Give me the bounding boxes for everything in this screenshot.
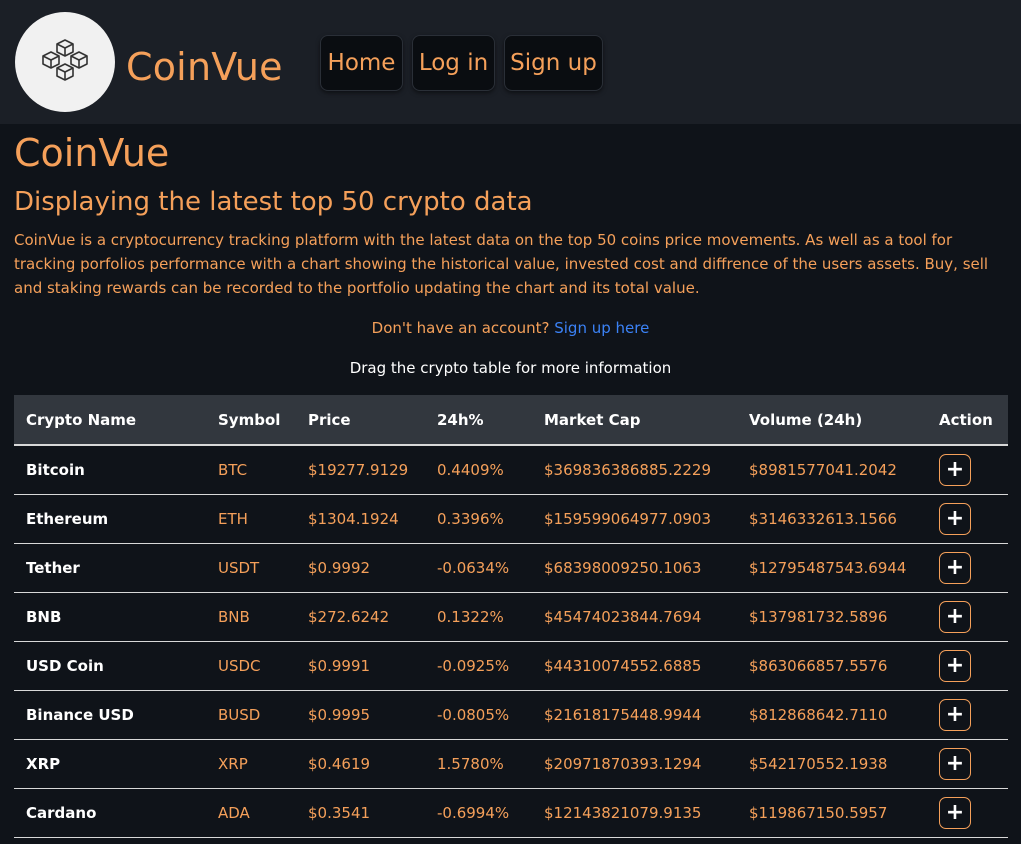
- blocks-cube-icon: [42, 39, 88, 81]
- crypto-volume: $12795487543.6944: [749, 558, 907, 577]
- action-cell: +: [927, 543, 1008, 592]
- crypto-name: Tether: [26, 558, 80, 577]
- crypto-name: Cardano: [26, 803, 97, 822]
- table-row: BNB BNB $272.6242 0.1322% $45474023844.7…: [14, 592, 1008, 641]
- crypto-volume: $137981732.5896: [749, 607, 888, 626]
- action-cell: +: [927, 739, 1008, 788]
- crypto-symbol: ADA: [218, 803, 250, 822]
- header-symbol: Symbol: [206, 395, 296, 446]
- crypto-market-cap: $68398009250.1063: [544, 558, 702, 577]
- header-24h-change: 24h%: [425, 395, 532, 446]
- nav-signup-button[interactable]: Sign up: [504, 35, 603, 91]
- action-cell: +: [927, 445, 1008, 494]
- header-market-cap: Market Cap: [532, 395, 737, 446]
- crypto-name: Ethereum: [26, 509, 109, 528]
- drag-hint: Drag the crypto table for more informati…: [349, 359, 672, 377]
- signup-link[interactable]: Sign up here: [554, 319, 649, 337]
- crypto-volume: $8981577041.2042: [749, 460, 897, 479]
- action-cell: +: [927, 690, 1008, 739]
- crypto-24h-change: 1.5780%: [437, 754, 504, 773]
- action-cell: +: [927, 641, 1008, 690]
- crypto-price: $1304.1924: [308, 509, 399, 528]
- crypto-symbol: BNB: [218, 607, 250, 626]
- crypto-market-cap: $20971870393.1294: [544, 754, 702, 773]
- crypto-market-cap: $21618175448.9944: [544, 705, 702, 724]
- table-row: Tether USDT $0.9992 -0.0634% $6839800925…: [14, 543, 1008, 592]
- add-to-portfolio-button[interactable]: +: [939, 502, 971, 535]
- crypto-24h-change: -0.0925%: [437, 656, 510, 675]
- crypto-market-cap: $369836386885.2229: [544, 460, 712, 479]
- navbar: CoinVue Home Log in Sign up: [0, 0, 1021, 124]
- crypto-24h-change: 0.3396%: [437, 509, 504, 528]
- crypto-price: $272.6242: [308, 607, 390, 626]
- crypto-symbol: USDC: [218, 656, 261, 675]
- crypto-price: $0.9992: [308, 558, 371, 577]
- crypto-24h-change: -0.0805%: [437, 705, 510, 724]
- crypto-price: $0.9995: [308, 705, 371, 724]
- table-row: Cardano ADA $0.3541 -0.6994% $1214382107…: [14, 788, 1008, 837]
- crypto-24h-change: -0.6994%: [437, 803, 510, 822]
- crypto-name: XRP: [26, 754, 61, 773]
- crypto-symbol: XRP: [218, 754, 248, 773]
- crypto-name: Binance USD: [26, 705, 134, 724]
- crypto-volume: $119867150.5957: [749, 803, 888, 822]
- page-title: CoinVue: [14, 131, 170, 175]
- header-price: Price: [296, 395, 425, 446]
- header-crypto-name: Crypto Name: [14, 395, 206, 446]
- crypto-name: USD Coin: [26, 656, 104, 675]
- crypto-24h-change: 0.4409%: [437, 460, 504, 479]
- crypto-price: $0.4619: [308, 754, 371, 773]
- crypto-volume: $542170552.1938: [749, 754, 888, 773]
- brand-name[interactable]: CoinVue: [126, 42, 283, 92]
- header-action: Action: [927, 395, 1008, 446]
- crypto-volume: $863066857.5576: [749, 656, 888, 675]
- crypto-symbol: ETH: [218, 509, 248, 528]
- crypto-market-cap: $45474023844.7694: [544, 607, 702, 626]
- nav-login-button[interactable]: Log in: [412, 35, 495, 91]
- crypto-market-cap: $159599064977.0903: [544, 509, 712, 528]
- add-to-portfolio-button[interactable]: +: [939, 649, 971, 682]
- add-to-portfolio-button[interactable]: +: [939, 551, 971, 584]
- crypto-symbol: USDT: [218, 558, 260, 577]
- action-cell: +: [927, 494, 1008, 543]
- logo[interactable]: [15, 12, 115, 112]
- crypto-table[interactable]: Crypto Name Symbol Price 24h% Market Cap…: [14, 395, 1008, 838]
- crypto-price: $19277.9129: [308, 460, 409, 479]
- table-row: USD Coin USDC $0.9991 -0.0925% $44310074…: [14, 641, 1008, 690]
- header-volume: Volume (24h): [737, 395, 927, 446]
- platform-description: CoinVue is a cryptocurrency tracking pla…: [14, 231, 989, 297]
- add-to-portfolio-button[interactable]: +: [939, 453, 971, 486]
- crypto-market-cap: $12143821079.9135: [544, 803, 702, 822]
- table-row: XRP XRP $0.4619 1.5780% $20971870393.129…: [14, 739, 1008, 788]
- crypto-symbol: BUSD: [218, 705, 261, 724]
- crypto-volume: $812868642.7110: [749, 705, 888, 724]
- nav-home-button[interactable]: Home: [320, 35, 403, 91]
- action-cell: +: [927, 788, 1008, 837]
- action-cell: +: [927, 592, 1008, 641]
- crypto-market-cap: $44310074552.6885: [544, 656, 702, 675]
- crypto-name: BNB: [26, 607, 62, 626]
- table-row: Bitcoin BTC $19277.9129 0.4409% $3698363…: [14, 445, 1008, 494]
- signup-prompt-text: Don't have an account?: [371, 319, 550, 337]
- crypto-24h-change: 0.1322%: [437, 607, 504, 626]
- crypto-price: $0.9991: [308, 656, 371, 675]
- add-to-portfolio-button[interactable]: +: [939, 796, 971, 829]
- table-row: Ethereum ETH $1304.1924 0.3396% $1595990…: [14, 494, 1008, 543]
- signup-prompt-line: Don't have an account? Sign up here: [0, 317, 1021, 339]
- add-to-portfolio-button[interactable]: +: [939, 698, 971, 731]
- crypto-price: $0.3541: [308, 803, 371, 822]
- crypto-volume: $3146332613.1566: [749, 509, 897, 528]
- page-subtitle: Displaying the latest top 50 crypto data: [14, 187, 533, 217]
- add-to-portfolio-button[interactable]: +: [939, 600, 971, 633]
- crypto-symbol: BTC: [218, 460, 248, 479]
- crypto-name: Bitcoin: [26, 460, 85, 479]
- crypto-24h-change: -0.0634%: [437, 558, 510, 577]
- table-row: Binance USD BUSD $0.9995 -0.0805% $21618…: [14, 690, 1008, 739]
- add-to-portfolio-button[interactable]: +: [939, 747, 971, 780]
- table-header-row: Crypto Name Symbol Price 24h% Market Cap…: [14, 395, 1008, 446]
